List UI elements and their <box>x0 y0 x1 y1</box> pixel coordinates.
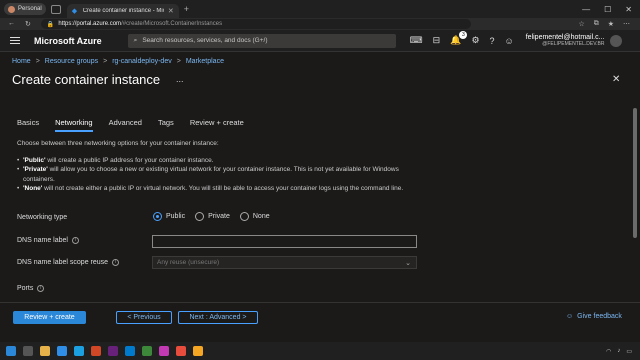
star-icon[interactable]: ☆ <box>578 20 584 28</box>
azure-favicon-icon: ◆ <box>71 7 78 15</box>
battery-icon[interactable]: ▭ <box>626 348 632 355</box>
radio-private[interactable]: Private <box>195 212 230 221</box>
app-icon[interactable] <box>159 346 169 356</box>
breadcrumb: Home > Resource groups > rg-canaldeploy-… <box>12 58 224 65</box>
settings-icon[interactable]: ⚙ <box>471 35 479 46</box>
taskbar: ◠ ♪ ▭ <box>0 342 640 360</box>
maximize-icon[interactable]: ☐ <box>604 5 611 14</box>
volume-icon[interactable]: ♪ <box>617 348 620 354</box>
app-icon[interactable] <box>142 346 152 356</box>
wizard-tabs: Basics Networking Advanced Tags Review +… <box>17 118 244 132</box>
breadcrumb-resource-groups[interactable]: Resource groups <box>45 58 98 65</box>
url-path: /#create/Microsoft.ContainerInstances <box>121 21 223 27</box>
chevron-down-icon: ⌄ <box>405 259 411 267</box>
tab-basics[interactable]: Basics <box>17 118 39 132</box>
directory-filter-icon[interactable]: ⊟ <box>433 35 441 46</box>
profile-label: Personal <box>18 6 42 12</box>
breadcrumb-home[interactable]: Home <box>12 58 31 65</box>
list-item: 'Public' will create a public IP address… <box>17 156 407 166</box>
networking-intro: Choose between three networking options … <box>17 140 219 147</box>
app-icon[interactable] <box>74 346 84 356</box>
close-window-icon[interactable]: ✕ <box>625 5 632 14</box>
breadcrumb-resource-group[interactable]: rg-canaldeploy-dev <box>112 58 172 65</box>
menu-icon[interactable] <box>10 37 20 44</box>
tab-review-create[interactable]: Review + create <box>190 118 244 132</box>
more-actions-icon[interactable]: ... <box>176 74 184 84</box>
dns-name-input[interactable] <box>152 235 417 248</box>
start-icon[interactable] <box>6 346 16 356</box>
main-content: Home > Resource groups > rg-canaldeploy-… <box>0 52 630 302</box>
avatar[interactable] <box>610 34 623 47</box>
vscode-icon[interactable] <box>125 346 135 356</box>
page-title: Create container instance <box>12 72 161 87</box>
dns-scope-select[interactable]: Any reuse (unsecure) ⌄ <box>152 256 417 269</box>
search-input[interactable]: ⌕ Search resources, services, and docs (… <box>127 33 396 48</box>
close-tab-icon[interactable]: ✕ <box>168 7 174 15</box>
wifi-icon[interactable]: ◠ <box>606 348 611 355</box>
app-icon[interactable] <box>176 346 186 356</box>
feedback-icon[interactable]: ☺ <box>505 36 514 46</box>
cloud-shell-icon[interactable]: ⌨ <box>410 35 423 46</box>
tab-actions-icon[interactable] <box>50 4 61 14</box>
feedback-person-icon: ☺ <box>566 313 574 320</box>
help-icon[interactable]: ? <box>490 36 495 46</box>
more-icon[interactable]: ⋯ <box>623 20 630 28</box>
notifications-icon[interactable]: 🔔 3 <box>450 31 468 46</box>
window-controls: — ☐ ✕ <box>582 5 640 14</box>
previous-button[interactable]: < Previous <box>116 311 172 324</box>
dns-scope-label: DNS name label scope reuse i <box>17 259 120 266</box>
search-icon: ⌕ <box>133 36 138 44</box>
url-host: https://portal.azure.com <box>58 21 122 27</box>
extensions-icon[interactable]: ⧉ <box>594 20 599 28</box>
tab-networking[interactable]: Networking <box>55 118 93 132</box>
app-icon[interactable] <box>91 346 101 356</box>
wizard-footer: Review + create < Previous Next : Advanc… <box>0 302 640 342</box>
favorites-icon[interactable]: ★ <box>608 20 614 28</box>
close-blade-icon[interactable]: ✕ <box>612 74 620 85</box>
info-icon[interactable]: i <box>71 237 79 244</box>
tab-advanced[interactable]: Advanced <box>109 118 142 132</box>
browser-titlebar: Personal ◆ Create container instance - M… <box>0 0 640 18</box>
lock-icon: 🔒 <box>46 21 55 28</box>
visual-studio-icon[interactable] <box>108 346 118 356</box>
networking-type-label: Networking type <box>17 214 68 221</box>
next-button[interactable]: Next : Advanced > <box>178 311 258 324</box>
search-placeholder: Search resources, services, and docs (G+… <box>142 37 268 44</box>
tab-tags[interactable]: Tags <box>158 118 174 132</box>
azure-header: Microsoft Azure ⌕ Search resources, serv… <box>0 30 640 52</box>
networking-options-description: 'Public' will create a public IP address… <box>17 156 407 194</box>
new-tab-icon[interactable]: + <box>184 4 189 14</box>
system-tray: ◠ ♪ ▭ <box>606 348 640 355</box>
info-icon[interactable]: i <box>37 285 45 292</box>
user-directory: @FELIPEMENTEL.DEV.BR <box>542 40 605 47</box>
minimize-icon[interactable]: — <box>582 5 590 14</box>
networking-type-radio-group: Public Private None <box>153 212 270 221</box>
brand-title[interactable]: Microsoft Azure <box>34 36 102 46</box>
notification-badge: 3 <box>459 31 468 39</box>
address-bar-row: ← ↻ 🔒 https://portal.azure.com/#create/M… <box>0 18 640 30</box>
profile-avatar <box>8 5 15 13</box>
browser-tab[interactable]: ◆ Create container instance - Micr ✕ <box>66 4 179 18</box>
account-menu[interactable]: felipementel@hotmail.c... @FELIPEMENTEL.… <box>526 34 605 47</box>
refresh-icon[interactable]: ↻ <box>25 20 31 28</box>
list-item: 'None' will not create either a public I… <box>17 184 407 194</box>
ports-label: Ports i <box>17 285 45 292</box>
radio-public[interactable]: Public <box>153 212 185 221</box>
give-feedback-link[interactable]: ☺ Give feedback <box>566 313 622 320</box>
tab-title: Create container instance - Micr <box>82 8 164 14</box>
edge-icon[interactable] <box>57 346 67 356</box>
back-icon[interactable]: ← <box>8 20 15 28</box>
search-taskbar-icon[interactable] <box>23 346 33 356</box>
dns-name-label: DNS name label i <box>17 237 79 244</box>
profile-button[interactable]: Personal <box>4 3 46 15</box>
info-icon[interactable]: i <box>112 259 120 266</box>
scrollbar[interactable] <box>630 52 640 302</box>
url-field[interactable]: 🔒 https://portal.azure.com/#create/Micro… <box>40 19 471 29</box>
review-create-button[interactable]: Review + create <box>13 311 86 324</box>
list-item: 'Private' will allow you to choose a new… <box>17 165 407 184</box>
breadcrumb-marketplace[interactable]: Marketplace <box>186 58 224 65</box>
app-icon[interactable] <box>193 346 203 356</box>
radio-none[interactable]: None <box>239 212 270 221</box>
explorer-icon[interactable] <box>40 346 50 356</box>
